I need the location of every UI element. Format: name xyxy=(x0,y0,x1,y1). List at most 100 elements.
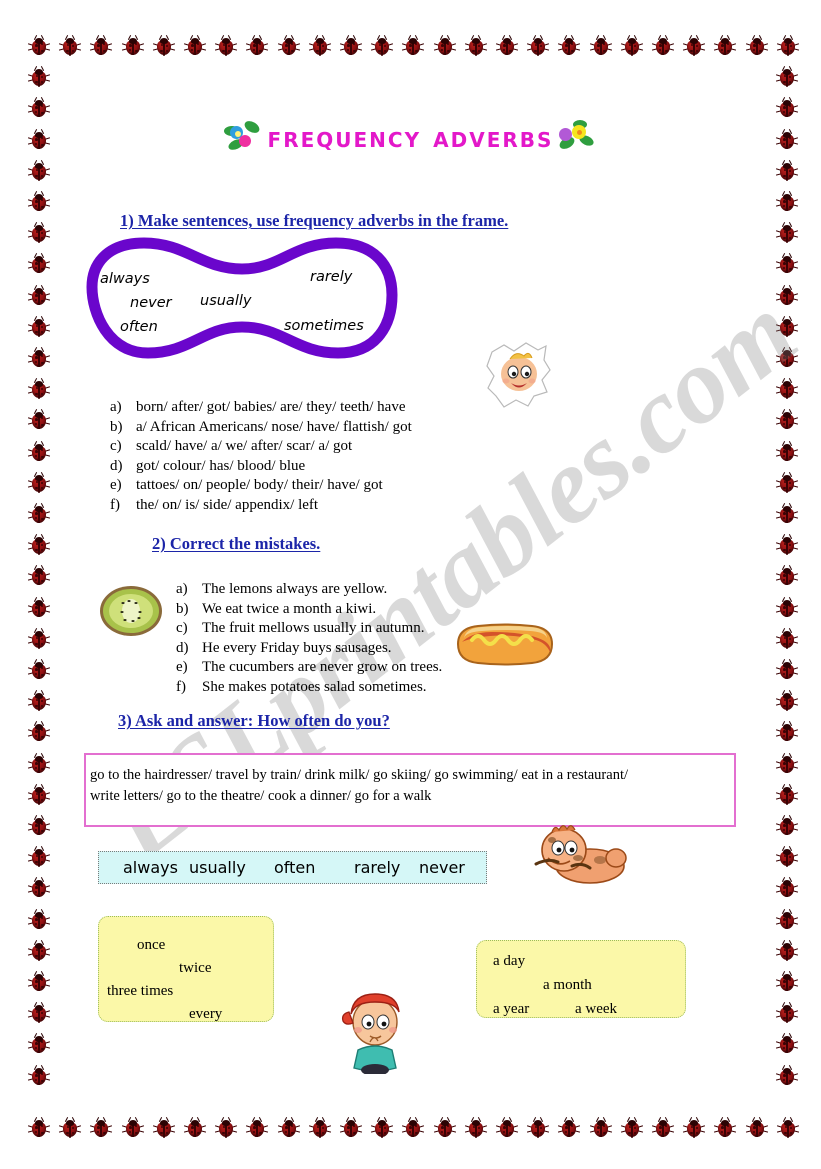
item-text: The cucumbers are never grow on trees. xyxy=(202,659,443,675)
ladybug-icon xyxy=(775,503,799,524)
ladybug-icon xyxy=(27,534,51,555)
ladybug-icon xyxy=(27,909,51,930)
frame-word-rarely: rarely xyxy=(310,269,353,285)
wavy-border-top xyxy=(84,750,736,757)
item-marker: b) xyxy=(110,418,123,435)
ladybug-icon xyxy=(370,1117,394,1138)
word-a-day: a day xyxy=(493,953,526,969)
ladybug-icon xyxy=(495,35,519,56)
item-text: got/ colour/ has/ blood/ blue xyxy=(136,457,306,474)
ladybug-icon xyxy=(308,1117,332,1138)
ladybug-icon xyxy=(183,35,207,56)
task-2-item: d) He every Friday buys sausages. xyxy=(176,639,442,659)
frame-word-never: never xyxy=(130,295,172,311)
hot-dog-clipart xyxy=(452,616,558,670)
ladybug-icon xyxy=(775,659,799,680)
ladybug-icon xyxy=(121,1117,145,1138)
boy-with-cap-clipart xyxy=(338,988,412,1076)
ladybug-icon xyxy=(775,815,799,836)
item-text: He every Friday buys sausages. xyxy=(202,639,392,656)
ladybug-icon xyxy=(775,222,799,243)
ladybug-icon xyxy=(27,378,51,399)
ladybug-icon xyxy=(27,784,51,805)
ladybug-icon xyxy=(775,565,799,586)
ladybug-icon xyxy=(152,1117,176,1138)
ladybug-icon xyxy=(27,285,51,306)
ladybug-icon xyxy=(27,628,51,649)
ladybug-icon xyxy=(339,1117,363,1138)
ladybug-icon xyxy=(27,815,51,836)
ladybug-icon xyxy=(775,253,799,274)
activities-line-1: go to the hairdresser/ travel by train/ … xyxy=(90,767,629,783)
ladybug-icon xyxy=(775,690,799,711)
item-text: We eat twice a month a kiwi. xyxy=(202,600,377,617)
frame-word-sometimes: sometimes xyxy=(284,318,364,334)
task-2-sentence-list: a) The lemons always are yellow. b) We eat … xyxy=(176,580,442,697)
ladybug-icon xyxy=(27,1002,51,1023)
ladybug-icon xyxy=(775,160,799,181)
ladybug-icon xyxy=(89,35,113,56)
ladybug-icon xyxy=(620,35,644,56)
task-2-item: e) The cucumbers are never grow on trees. xyxy=(176,658,442,678)
item-marker: e) xyxy=(176,659,188,675)
adverb-usually: usually xyxy=(189,858,246,877)
task-2-heading: 2) Correct the mistakes. xyxy=(152,534,321,553)
activities-text: go to the hairdresser/ travel by train/ … xyxy=(90,765,730,807)
frame-word-usually: usually xyxy=(200,293,252,309)
ladybug-icon xyxy=(557,35,581,56)
frame-word-always: always xyxy=(100,271,150,287)
ladybug-icon xyxy=(682,1117,706,1138)
ladybug-icon xyxy=(776,35,800,56)
ladybug-icon xyxy=(620,1117,644,1138)
ladybug-icon xyxy=(775,316,799,337)
task-1-sentence-list: a) born/ after/ got/ babies/ are/ they/ t… xyxy=(110,398,412,515)
ladybug-icon xyxy=(464,35,488,56)
word-a-year: a year xyxy=(493,1001,530,1017)
frequency-count-box: once twice three times every xyxy=(98,916,274,1022)
baby-face-clipart xyxy=(484,340,554,412)
ladybug-icon xyxy=(745,1117,769,1138)
ladybug-icon xyxy=(775,1002,799,1023)
task-2-item: c) The fruit mellows usually in autumn. xyxy=(176,619,442,639)
ladybug-icon xyxy=(27,1117,51,1138)
word-a-month: a month xyxy=(543,977,592,993)
ladybug-icon xyxy=(27,441,51,462)
ladybug-icon xyxy=(245,35,269,56)
adverbs-strip: always usually often rarely never xyxy=(98,851,487,884)
item-text: tattoes/ on/ people/ body/ their/ have/ … xyxy=(136,477,383,493)
worksheet-page: ESLprintables.com Frequency adverbs 1) M… xyxy=(0,0,821,1169)
ladybug-icon xyxy=(277,1117,301,1138)
word-once: once xyxy=(137,937,166,953)
item-text: born/ after/ got/ babies/ are/ they/ tee… xyxy=(136,399,406,415)
frequency-adverbs-frame: always rarely never usually often sometimes xyxy=(86,237,398,359)
ladybug-icon xyxy=(775,628,799,649)
ladybug-icon xyxy=(651,1117,675,1138)
ladybug-icon xyxy=(27,66,51,87)
ladybug-icon xyxy=(776,1117,800,1138)
ladybug-icon xyxy=(27,222,51,243)
ladybug-icon xyxy=(27,597,51,618)
ladybug-icon xyxy=(308,35,332,56)
ladybug-icon xyxy=(775,285,799,306)
ladybug-icon xyxy=(89,1117,113,1138)
ladybug-icon xyxy=(27,347,51,368)
ladybug-icon xyxy=(277,35,301,56)
ladybug-icon xyxy=(775,1033,799,1054)
ladybug-icon xyxy=(214,1117,238,1138)
word-three-times: three times xyxy=(107,983,174,999)
ladybug-icon xyxy=(557,1117,581,1138)
frame-word-often: often xyxy=(120,319,158,335)
ladybug-icon xyxy=(775,378,799,399)
ladybug-icon xyxy=(27,503,51,524)
ladybug-icon xyxy=(214,35,238,56)
item-marker: f) xyxy=(110,496,120,513)
ladybug-icon xyxy=(27,1065,51,1086)
ladybug-icon xyxy=(775,441,799,462)
ladybug-icon xyxy=(775,66,799,87)
item-marker: d) xyxy=(176,639,189,656)
ladybug-icon xyxy=(745,35,769,56)
task-1-item: d) got/ colour/ has/ blood/ blue xyxy=(110,457,412,477)
ladybug-icon xyxy=(27,97,51,118)
ladybug-icon xyxy=(775,347,799,368)
task-3-heading: 3) Ask and answer: How often do you? xyxy=(118,711,390,730)
